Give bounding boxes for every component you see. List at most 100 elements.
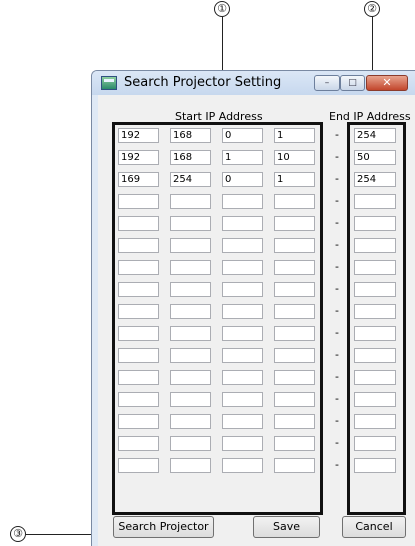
start-ip-octet-1-input[interactable] — [118, 458, 159, 473]
start-ip-octet-1-input[interactable] — [118, 216, 159, 231]
end-ip-octet-input[interactable] — [354, 238, 396, 253]
start-ip-octet-4-input[interactable] — [274, 414, 315, 429]
start-ip-octet-3-input[interactable] — [222, 194, 263, 209]
start-ip-octet-3-input[interactable]: 0 — [222, 128, 263, 143]
end-ip-octet-input[interactable] — [354, 348, 396, 363]
start-ip-octet-2-input[interactable] — [170, 260, 211, 275]
start-ip-octet-1-input[interactable] — [118, 304, 159, 319]
end-ip-octet-input[interactable] — [354, 392, 396, 407]
start-ip-octet-2-input[interactable] — [170, 370, 211, 385]
start-ip-octet-3-input[interactable] — [222, 282, 263, 297]
start-ip-octet-1-input[interactable]: 169 — [118, 172, 159, 187]
start-ip-octet-3-input[interactable] — [222, 260, 263, 275]
close-button[interactable]: ✕ — [366, 75, 408, 91]
start-ip-octet-1-input[interactable] — [118, 194, 159, 209]
start-ip-octet-2-input[interactable] — [170, 414, 211, 429]
start-ip-octet-4-input[interactable] — [274, 282, 315, 297]
start-ip-octet-1-input[interactable] — [118, 436, 159, 451]
title-bar[interactable]: Search Projector Setting – □ ✕ — [92, 71, 415, 95]
range-separator: - — [335, 282, 339, 295]
range-separator: - — [335, 304, 339, 317]
range-separator: - — [335, 216, 339, 229]
start-ip-octet-2-input[interactable] — [170, 216, 211, 231]
range-separator: - — [335, 458, 339, 471]
start-ip-octet-4-input[interactable] — [274, 216, 315, 231]
end-ip-octet-input[interactable] — [354, 304, 396, 319]
start-ip-octet-2-input[interactable] — [170, 238, 211, 253]
start-ip-octet-4-input[interactable] — [274, 194, 315, 209]
start-ip-octet-1-input[interactable] — [118, 348, 159, 363]
start-ip-octet-4-input[interactable] — [274, 238, 315, 253]
end-ip-octet-input[interactable] — [354, 282, 396, 297]
end-ip-octet-input[interactable]: 254 — [354, 128, 396, 143]
start-ip-octet-4-input[interactable] — [274, 392, 315, 407]
range-separator: - — [335, 150, 339, 163]
start-ip-octet-2-input[interactable] — [170, 458, 211, 473]
start-ip-octet-3-input[interactable]: 0 — [222, 172, 263, 187]
start-ip-octet-3-input[interactable] — [222, 348, 263, 363]
start-ip-octet-4-input[interactable] — [274, 348, 315, 363]
save-button[interactable]: Save — [253, 516, 320, 538]
end-ip-octet-input[interactable]: 50 — [354, 150, 396, 165]
range-separator: - — [335, 414, 339, 427]
start-ip-octet-4-input[interactable] — [274, 326, 315, 341]
search-projector-button[interactable]: Search Projector — [113, 516, 214, 538]
start-ip-octet-2-input[interactable]: 254 — [170, 172, 211, 187]
start-ip-octet-3-input[interactable] — [222, 370, 263, 385]
start-ip-octet-2-input[interactable] — [170, 348, 211, 363]
start-ip-octet-2-input[interactable] — [170, 304, 211, 319]
range-separator: - — [335, 370, 339, 383]
start-ip-octet-1-input[interactable] — [118, 414, 159, 429]
start-ip-octet-3-input[interactable] — [222, 436, 263, 451]
start-ip-octet-1-input[interactable] — [118, 392, 159, 407]
start-ip-octet-2-input[interactable] — [170, 392, 211, 407]
start-ip-octet-2-input[interactable]: 168 — [170, 150, 211, 165]
start-ip-octet-4-input[interactable]: 1 — [274, 128, 315, 143]
start-ip-octet-3-input[interactable] — [222, 414, 263, 429]
start-ip-octet-2-input[interactable] — [170, 436, 211, 451]
end-ip-address-label: End IP Address — [329, 110, 411, 123]
start-ip-octet-2-input[interactable] — [170, 194, 211, 209]
range-separator: - — [335, 238, 339, 251]
start-ip-octet-1-input[interactable] — [118, 238, 159, 253]
end-ip-octet-input[interactable] — [354, 458, 396, 473]
start-ip-octet-3-input[interactable] — [222, 458, 263, 473]
start-ip-octet-4-input[interactable] — [274, 436, 315, 451]
end-ip-octet-input[interactable] — [354, 260, 396, 275]
end-ip-octet-input[interactable]: 254 — [354, 172, 396, 187]
start-ip-octet-3-input[interactable] — [222, 216, 263, 231]
start-ip-octet-4-input[interactable] — [274, 304, 315, 319]
start-ip-octet-4-input[interactable] — [274, 260, 315, 275]
start-ip-octet-4-input[interactable]: 1 — [274, 172, 315, 187]
cancel-button[interactable]: Cancel — [342, 516, 406, 538]
start-ip-octet-3-input[interactable] — [222, 304, 263, 319]
start-ip-octet-3-input[interactable] — [222, 326, 263, 341]
end-ip-octet-input[interactable] — [354, 436, 396, 451]
start-ip-octet-4-input[interactable] — [274, 458, 315, 473]
start-ip-octet-2-input[interactable] — [170, 326, 211, 341]
start-ip-octet-1-input[interactable] — [118, 370, 159, 385]
callout-2: ② — [364, 1, 380, 17]
end-ip-octet-input[interactable] — [354, 194, 396, 209]
callout-3: ③ — [10, 526, 26, 542]
start-ip-octet-1-input[interactable] — [118, 282, 159, 297]
maximize-button[interactable]: □ — [340, 75, 365, 91]
start-ip-octet-1-input[interactable]: 192 — [118, 128, 159, 143]
start-ip-octet-3-input[interactable] — [222, 392, 263, 407]
minimize-button[interactable]: – — [314, 75, 340, 91]
start-ip-octet-4-input[interactable] — [274, 370, 315, 385]
end-ip-octet-input[interactable] — [354, 370, 396, 385]
end-ip-octet-input[interactable] — [354, 326, 396, 341]
end-ip-octet-input[interactable] — [354, 414, 396, 429]
start-ip-octet-2-input[interactable] — [170, 282, 211, 297]
start-ip-octet-1-input[interactable] — [118, 260, 159, 275]
end-ip-octet-input[interactable] — [354, 216, 396, 231]
start-ip-octet-1-input[interactable] — [118, 326, 159, 341]
range-separator: - — [335, 172, 339, 185]
minimize-icon: – — [324, 78, 330, 88]
start-ip-octet-3-input[interactable]: 1 — [222, 150, 263, 165]
start-ip-octet-3-input[interactable] — [222, 238, 263, 253]
start-ip-octet-4-input[interactable]: 10 — [274, 150, 315, 165]
start-ip-octet-1-input[interactable]: 192 — [118, 150, 159, 165]
start-ip-octet-2-input[interactable]: 168 — [170, 128, 211, 143]
